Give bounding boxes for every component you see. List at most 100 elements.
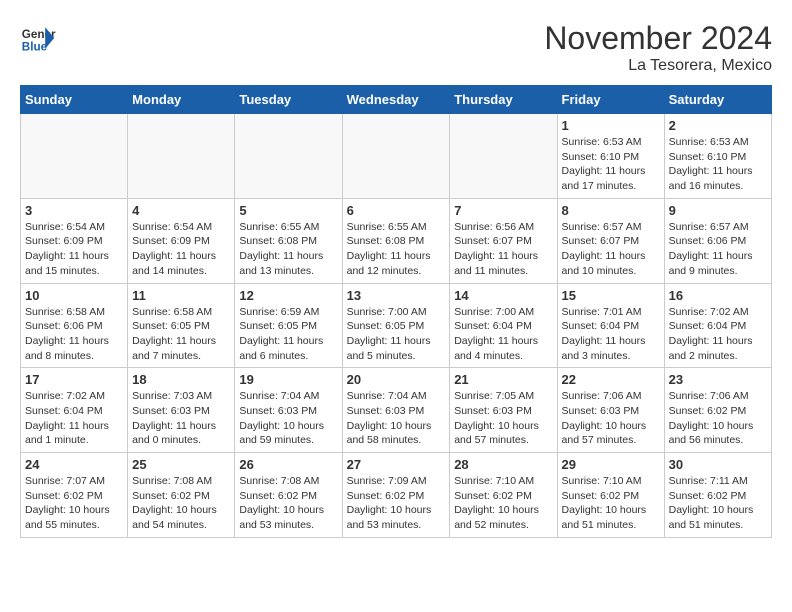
calendar-cell: 7Sunrise: 6:56 AM Sunset: 6:07 PM Daylig… bbox=[450, 198, 557, 283]
weekday-friday: Friday bbox=[557, 86, 664, 114]
day-info: Sunrise: 6:54 AM Sunset: 6:09 PM Dayligh… bbox=[132, 220, 230, 279]
calendar-cell: 29 Sunrise: 7:10 AM Sunset: 6:02 PM Dayli… bbox=[557, 453, 664, 538]
calendar-cell: 19 Sunrise: 7:04 AM Sunset: 6:03 PM Dayli… bbox=[235, 368, 342, 453]
day-info: Sunrise: 7:09 AM Sunset: 6:02 PM Dayligh… bbox=[347, 474, 446, 533]
day-number: 8 bbox=[562, 203, 660, 218]
weekday-saturday: Saturday bbox=[664, 86, 771, 114]
day-number: 2 bbox=[669, 118, 767, 133]
month-title: November 2024 bbox=[544, 20, 772, 57]
calendar-cell: 11Sunrise: 6:58 AM Sunset: 6:05 PM Dayli… bbox=[128, 283, 235, 368]
calendar-cell: 16 Sunrise: 7:02 AM Sunset: 6:04 PM Dayli… bbox=[664, 283, 771, 368]
day-number: 22 bbox=[562, 372, 660, 387]
calendar-cell: 22 Sunrise: 7:06 AM Sunset: 6:03 PM Dayli… bbox=[557, 368, 664, 453]
day-info: Sunrise: 6:59 AM Sunset: 6:05 PM Dayligh… bbox=[239, 305, 337, 364]
day-number: 6 bbox=[347, 203, 446, 218]
day-info: Sunrise: 7:11 AM Sunset: 6:02 PM Dayligh… bbox=[669, 474, 767, 533]
calendar-cell: 26Sunrise: 7:08 AM Sunset: 6:02 PM Dayli… bbox=[235, 453, 342, 538]
day-info: Sunrise: 6:55 AM Sunset: 6:08 PM Dayligh… bbox=[239, 220, 337, 279]
weekday-tuesday: Tuesday bbox=[235, 86, 342, 114]
calendar-cell bbox=[21, 114, 128, 199]
day-info: Sunrise: 7:02 AM Sunset: 6:04 PM Dayligh… bbox=[25, 389, 123, 448]
calendar-cell: 9Sunrise: 6:57 AM Sunset: 6:06 PM Daylig… bbox=[664, 198, 771, 283]
calendar-cell: 24 Sunrise: 7:07 AM Sunset: 6:02 PM Dayli… bbox=[21, 453, 128, 538]
day-number: 20 bbox=[347, 372, 446, 387]
day-info: Sunrise: 7:00 AM Sunset: 6:05 PM Dayligh… bbox=[347, 305, 446, 364]
calendar-body: 1 Sunrise: 6:53 AM Sunset: 6:10 PM Daylig… bbox=[21, 114, 772, 538]
calendar-cell: 23 Sunrise: 7:06 AM Sunset: 6:02 PM Dayli… bbox=[664, 368, 771, 453]
day-number: 14 bbox=[454, 288, 552, 303]
week-row-4: 17Sunrise: 7:02 AM Sunset: 6:04 PM Dayli… bbox=[21, 368, 772, 453]
week-row-5: 24 Sunrise: 7:07 AM Sunset: 6:02 PM Dayli… bbox=[21, 453, 772, 538]
logo: General Blue bbox=[20, 20, 56, 56]
day-info: Sunrise: 6:55 AM Sunset: 6:08 PM Dayligh… bbox=[347, 220, 446, 279]
day-info: Sunrise: 6:53 AM Sunset: 6:10 PM Dayligh… bbox=[669, 135, 767, 194]
day-number: 5 bbox=[239, 203, 337, 218]
day-info: Sunrise: 7:04 AM Sunset: 6:03 PM Dayligh… bbox=[239, 389, 337, 448]
calendar-cell bbox=[342, 114, 450, 199]
calendar-cell: 3 Sunrise: 6:54 AM Sunset: 6:09 PM Daylig… bbox=[21, 198, 128, 283]
day-info: Sunrise: 7:07 AM Sunset: 6:02 PM Dayligh… bbox=[25, 474, 123, 533]
day-number: 11 bbox=[132, 288, 230, 303]
calendar-cell: 25Sunrise: 7:08 AM Sunset: 6:02 PM Dayli… bbox=[128, 453, 235, 538]
day-number: 19 bbox=[239, 372, 337, 387]
day-number: 24 bbox=[25, 457, 123, 472]
weekday-monday: Monday bbox=[128, 86, 235, 114]
day-info: Sunrise: 7:10 AM Sunset: 6:02 PM Dayligh… bbox=[562, 474, 660, 533]
day-info: Sunrise: 7:00 AM Sunset: 6:04 PM Dayligh… bbox=[454, 305, 552, 364]
day-info: Sunrise: 7:06 AM Sunset: 6:02 PM Dayligh… bbox=[669, 389, 767, 448]
day-info: Sunrise: 7:08 AM Sunset: 6:02 PM Dayligh… bbox=[239, 474, 337, 533]
calendar-cell: 28Sunrise: 7:10 AM Sunset: 6:02 PM Dayli… bbox=[450, 453, 557, 538]
day-info: Sunrise: 7:03 AM Sunset: 6:03 PM Dayligh… bbox=[132, 389, 230, 448]
calendar-cell bbox=[128, 114, 235, 199]
day-info: Sunrise: 6:54 AM Sunset: 6:09 PM Dayligh… bbox=[25, 220, 123, 279]
calendar-cell: 20Sunrise: 7:04 AM Sunset: 6:03 PM Dayli… bbox=[342, 368, 450, 453]
day-info: Sunrise: 7:08 AM Sunset: 6:02 PM Dayligh… bbox=[132, 474, 230, 533]
day-number: 27 bbox=[347, 457, 446, 472]
day-info: Sunrise: 7:02 AM Sunset: 6:04 PM Dayligh… bbox=[669, 305, 767, 364]
day-info: Sunrise: 7:06 AM Sunset: 6:03 PM Dayligh… bbox=[562, 389, 660, 448]
day-number: 16 bbox=[669, 288, 767, 303]
calendar-cell: 21Sunrise: 7:05 AM Sunset: 6:03 PM Dayli… bbox=[450, 368, 557, 453]
logo-icon: General Blue bbox=[20, 20, 56, 56]
day-number: 13 bbox=[347, 288, 446, 303]
day-number: 4 bbox=[132, 203, 230, 218]
calendar-cell: 17Sunrise: 7:02 AM Sunset: 6:04 PM Dayli… bbox=[21, 368, 128, 453]
day-number: 3 bbox=[25, 203, 123, 218]
svg-text:Blue: Blue bbox=[22, 41, 48, 54]
day-number: 23 bbox=[669, 372, 767, 387]
day-number: 21 bbox=[454, 372, 552, 387]
day-info: Sunrise: 6:57 AM Sunset: 6:06 PM Dayligh… bbox=[669, 220, 767, 279]
weekday-header-row: SundayMondayTuesdayWednesdayThursdayFrid… bbox=[21, 86, 772, 114]
calendar-cell: 30 Sunrise: 7:11 AM Sunset: 6:02 PM Dayli… bbox=[664, 453, 771, 538]
day-info: Sunrise: 6:57 AM Sunset: 6:07 PM Dayligh… bbox=[562, 220, 660, 279]
day-info: Sunrise: 7:01 AM Sunset: 6:04 PM Dayligh… bbox=[562, 305, 660, 364]
calendar-cell: 1Sunrise: 6:53 AM Sunset: 6:10 PM Daylig… bbox=[557, 114, 664, 199]
week-row-2: 3 Sunrise: 6:54 AM Sunset: 6:09 PM Daylig… bbox=[21, 198, 772, 283]
day-number: 10 bbox=[25, 288, 123, 303]
day-number: 30 bbox=[669, 457, 767, 472]
day-info: Sunrise: 6:58 AM Sunset: 6:06 PM Dayligh… bbox=[25, 305, 123, 364]
calendar-cell: 18 Sunrise: 7:03 AM Sunset: 6:03 PM Dayli… bbox=[128, 368, 235, 453]
calendar-cell: 10 Sunrise: 6:58 AM Sunset: 6:06 PM Dayli… bbox=[21, 283, 128, 368]
calendar-table: SundayMondayTuesdayWednesdayThursdayFrid… bbox=[20, 85, 772, 538]
day-number: 18 bbox=[132, 372, 230, 387]
calendar-cell bbox=[450, 114, 557, 199]
calendar-cell: 13 Sunrise: 7:00 AM Sunset: 6:05 PM Dayli… bbox=[342, 283, 450, 368]
location: La Tesorera, Mexico bbox=[544, 57, 772, 75]
weekday-sunday: Sunday bbox=[21, 86, 128, 114]
calendar-cell: 6 Sunrise: 6:55 AM Sunset: 6:08 PM Daylig… bbox=[342, 198, 450, 283]
week-row-1: 1 Sunrise: 6:53 AM Sunset: 6:10 PM Daylig… bbox=[21, 114, 772, 199]
day-number: 29 bbox=[562, 457, 660, 472]
weekday-thursday: Thursday bbox=[450, 86, 557, 114]
page-header: General Blue November 2024 La Tesorera, … bbox=[20, 20, 772, 75]
calendar-cell: 27 Sunrise: 7:09 AM Sunset: 6:02 PM Dayli… bbox=[342, 453, 450, 538]
day-info: Sunrise: 6:56 AM Sunset: 6:07 PM Dayligh… bbox=[454, 220, 552, 279]
day-info: Sunrise: 7:10 AM Sunset: 6:02 PM Dayligh… bbox=[454, 474, 552, 533]
calendar-cell: 4 Sunrise: 6:54 AM Sunset: 6:09 PM Daylig… bbox=[128, 198, 235, 283]
calendar-cell: 8 Sunrise: 6:57 AM Sunset: 6:07 PM Daylig… bbox=[557, 198, 664, 283]
calendar-cell: 15Sunrise: 7:01 AM Sunset: 6:04 PM Dayli… bbox=[557, 283, 664, 368]
calendar-cell: 2 Sunrise: 6:53 AM Sunset: 6:10 PM Daylig… bbox=[664, 114, 771, 199]
weekday-wednesday: Wednesday bbox=[342, 86, 450, 114]
week-row-3: 10 Sunrise: 6:58 AM Sunset: 6:06 PM Dayli… bbox=[21, 283, 772, 368]
day-number: 1 bbox=[562, 118, 660, 133]
